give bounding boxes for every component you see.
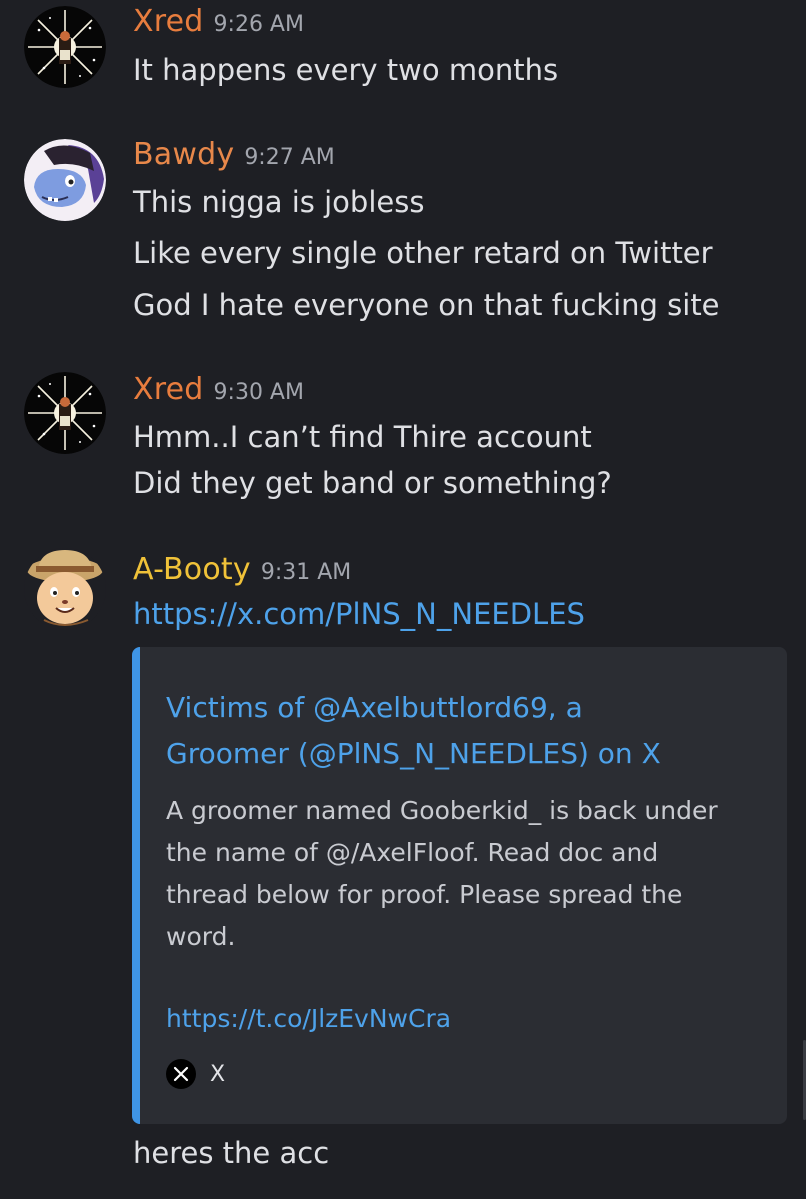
message-header: Bawdy 9:27 AM: [133, 135, 335, 175]
message-text: heres the acc: [133, 1136, 330, 1170]
hamster-explorer-avatar-icon: [24, 548, 106, 630]
embed-footer: X: [166, 1057, 225, 1091]
embed-description-line: thread below for proof. Please spread th…: [166, 880, 683, 909]
cartoon-horse-avatar-icon: [24, 139, 106, 221]
timestamp: 9:26 AM: [213, 12, 304, 37]
starburst-avatar-icon: [24, 6, 106, 88]
embed-title-line[interactable]: Groomer (@PlNS_N_NEEDLES) on X: [166, 731, 766, 777]
embed-description-line: A groomer named Gooberkid_ is back under: [166, 796, 718, 825]
message-header: Xred 9:30 AM: [133, 370, 304, 410]
avatar-bawdy[interactable]: [24, 139, 106, 221]
message-link[interactable]: https://x.com/PlNS_N_NEEDLES: [133, 594, 585, 634]
link-embed: Victims of @Axelbuttlord69, a Groomer (@…: [132, 647, 787, 1124]
embed-description-line: the name of @/AxelFloof. Read doc and: [166, 838, 659, 867]
message-text: This nigga is jobless: [133, 185, 425, 219]
message-text: God I hate everyone on that fucking site: [133, 288, 720, 322]
message-text: It happens every two months: [133, 53, 559, 87]
username[interactable]: Bawdy: [133, 137, 234, 172]
embed-description-line: word.: [166, 922, 236, 951]
embed-link[interactable]: https://t.co/JlzEvNwCra: [166, 999, 451, 1039]
avatar-xred[interactable]: [24, 6, 106, 88]
message-text: Hmm..I can’t find Thire account: [133, 420, 592, 454]
embed-title[interactable]: Victims of @Axelbuttlord69, a Groomer (@…: [166, 685, 766, 777]
timestamp: 9:31 AM: [260, 560, 352, 585]
username[interactable]: A-Booty: [133, 552, 251, 587]
message-text: Like every single other retard on Twitte…: [133, 236, 713, 270]
embed-description: A groomer named Gooberkid_ is back under…: [166, 790, 718, 958]
avatar-a-booty[interactable]: [24, 548, 106, 630]
starburst-avatar-icon: [24, 372, 106, 454]
username[interactable]: Xred: [133, 4, 204, 39]
message-header: Xred 9:26 AM: [133, 2, 304, 42]
embed-accent-bar: [132, 647, 140, 1124]
timestamp: 9:27 AM: [244, 145, 335, 170]
message-header: A-Booty 9:31 AM: [133, 550, 351, 590]
message-text: Did they get band or something?: [133, 466, 612, 500]
avatar-xred[interactable]: [24, 372, 106, 454]
embed-title-line[interactable]: Victims of @Axelbuttlord69, a: [166, 685, 766, 731]
embed-footer-text: X: [210, 1061, 226, 1087]
x-logo-icon: [166, 1059, 196, 1089]
timestamp: 9:30 AM: [213, 380, 304, 405]
username[interactable]: Xred: [133, 372, 204, 407]
